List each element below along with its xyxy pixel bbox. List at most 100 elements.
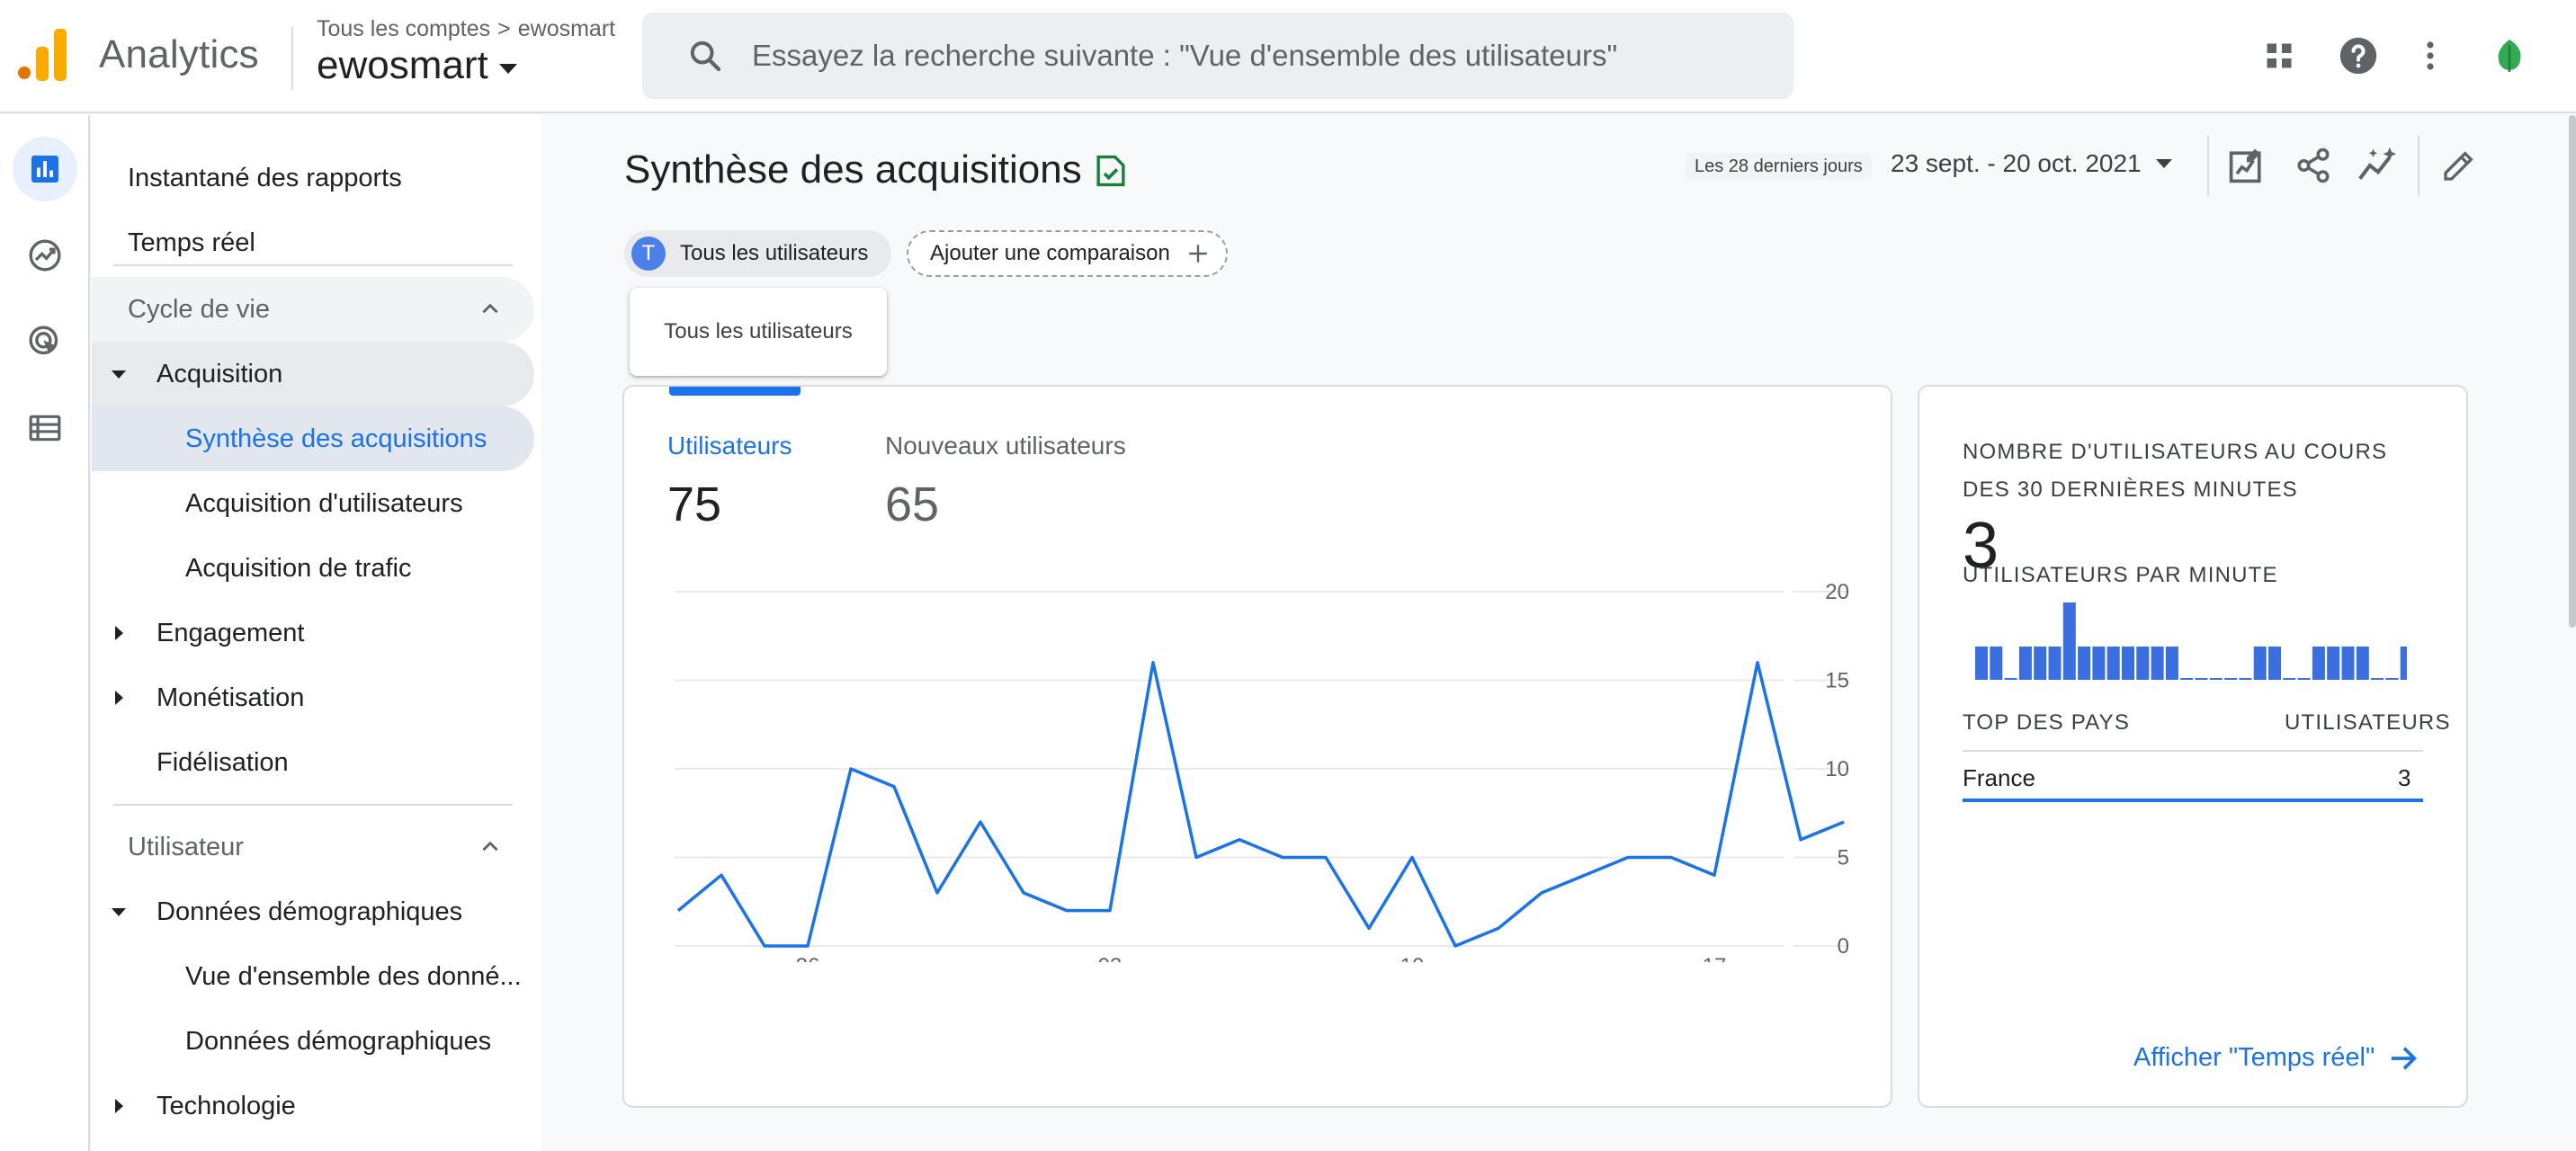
breadcrumb-account[interactable]: ewosmart — [518, 16, 615, 42]
apps-grid-icon[interactable] — [2254, 31, 2304, 81]
metric-label: Nouveaux utilisateurs — [885, 432, 1126, 460]
add-comparison-button[interactable]: Ajouter une comparaison — [907, 230, 1228, 277]
per-minute-bar — [2268, 647, 2281, 680]
country-name: France — [1963, 764, 2035, 791]
nav-section-lifecycle[interactable]: Cycle de vie — [92, 277, 534, 342]
metric-value: 65 — [885, 477, 940, 531]
per-minute-bar — [2356, 647, 2369, 680]
users-column-header: UTILISATEURS — [2285, 710, 2451, 735]
country-users: 3 — [2398, 764, 2411, 791]
nav-section-label: Cycle de vie — [128, 294, 270, 324]
per-minute-bar — [2018, 647, 2032, 680]
caret-down-icon — [2155, 159, 2172, 168]
breadcrumb-separator: > — [497, 16, 511, 41]
top-app-bar: Analytics Tous les comptes > ewosmart ew… — [0, 0, 2576, 113]
per-minute-bar — [2092, 647, 2106, 680]
page-scrollbar[interactable] — [2569, 115, 2576, 628]
account-avatar[interactable] — [2484, 31, 2535, 81]
search-bar[interactable]: Essayez la recherche suivante : "Vue d'e… — [642, 13, 1793, 99]
collapse-triangle-icon — [115, 626, 123, 640]
realtime-title: NOMBRE D'UTILISATEURS AU COURS DES 30 DE… — [1963, 440, 2388, 502]
nav-group-demographics[interactable]: Données démographiques — [92, 879, 462, 944]
advertising-icon[interactable] — [13, 309, 77, 374]
caret-down-icon — [498, 63, 517, 74]
nav-item-demographic-details[interactable]: Données démographiques — [92, 1009, 491, 1074]
y-tick-label: 15 — [1825, 669, 1849, 693]
x-tick-label: 26 — [796, 954, 820, 962]
toolbar-divider — [2418, 135, 2419, 196]
nav-group-technology[interactable]: Technologie — [92, 1074, 296, 1138]
nav-group-engagement[interactable]: Engagement — [92, 601, 304, 665]
insights-icon[interactable] — [2353, 140, 2403, 191]
nav-item-traffic-acquisition[interactable]: Acquisition de trafic — [92, 536, 411, 601]
per-minute-bar — [1990, 647, 2003, 680]
nav-group-label: Données démographiques — [157, 897, 463, 926]
date-preset-chip[interactable]: Les 28 derniers jours — [1686, 153, 1872, 180]
metric-tab-new-users[interactable]: Nouveaux utilisateurs 65 — [885, 432, 1126, 532]
edit-pencil-icon[interactable] — [2434, 140, 2484, 191]
property-selector[interactable]: ewosmart — [317, 43, 517, 88]
country-share-bar — [1963, 799, 2423, 802]
app-name: Analytics — [99, 32, 259, 76]
nav-item-demographics-overview[interactable]: Vue d'ensemble des donné... — [92, 944, 522, 1009]
nav-divider — [113, 804, 513, 806]
property-name: ewosmart — [317, 43, 488, 87]
breadcrumb-all-accounts[interactable]: Tous les comptes — [317, 16, 490, 42]
nav-section-label: Utilisateur — [128, 832, 244, 861]
y-tick-label: 0 — [1838, 934, 1849, 959]
segment-chip[interactable]: T Tous les utilisateurs — [624, 230, 892, 277]
y-tick-label: 10 — [1825, 757, 1849, 781]
date-range-selector[interactable]: 23 sept. - 20 oct. 2021 — [1891, 149, 2172, 178]
side-navigation: Instantané des rapports Temps réel Cycle… — [92, 115, 541, 1151]
nav-group-label: Acquisition — [157, 359, 283, 388]
share-icon[interactable] — [2288, 140, 2339, 191]
header-divider — [291, 27, 293, 90]
more-vert-icon[interactable] — [2405, 31, 2455, 81]
nav-section-user[interactable]: Utilisateur — [92, 815, 534, 879]
per-minute-bar — [2209, 678, 2223, 680]
realtime-card: NOMBRE D'UTILISATEURS AU COURS DES 30 DE… — [1918, 385, 2468, 1108]
chevron-up-icon — [482, 841, 498, 852]
per-minute-bar — [2312, 647, 2325, 680]
per-minute-bar — [2341, 647, 2355, 680]
customize-report-icon[interactable] — [2222, 140, 2272, 191]
top-countries-header: TOP DES PAYS — [1963, 710, 2131, 735]
metric-label: Utilisateurs — [667, 432, 792, 460]
per-minute-bar-chart — [1975, 602, 2407, 680]
per-minute-bar — [2180, 678, 2194, 680]
per-minute-bar — [2062, 602, 2076, 680]
per-minute-bar — [2195, 678, 2208, 680]
verified-report-icon[interactable] — [1094, 153, 1128, 189]
per-minute-bar — [2048, 647, 2062, 680]
per-minute-bar — [2327, 647, 2340, 680]
metric-value: 75 — [667, 477, 722, 531]
active-tab-indicator — [669, 387, 801, 396]
metric-tab-users[interactable]: Utilisateurs 75 — [667, 432, 792, 532]
per-minute-bar — [2122, 647, 2134, 680]
reports-icon[interactable] — [13, 137, 77, 201]
expand-triangle-icon — [112, 908, 126, 916]
segment-avatar: T — [631, 236, 666, 271]
analytics-logo[interactable] — [18, 27, 68, 83]
breadcrumb[interactable]: Tous les comptes > ewosmart — [317, 16, 615, 42]
nav-divider — [113, 264, 513, 266]
nav-group-monetization[interactable]: Monétisation — [92, 665, 304, 730]
nav-item-user-acquisition[interactable]: Acquisition d'utilisateurs — [92, 471, 463, 536]
plus-icon — [1189, 245, 1207, 263]
view-realtime-link[interactable]: Afficher "Temps réel" — [2133, 1043, 2419, 1073]
explore-icon[interactable] — [13, 223, 77, 288]
configure-icon[interactable] — [13, 396, 77, 460]
nav-group-acquisition[interactable]: Acquisition — [92, 342, 534, 406]
nav-item-acquisition-overview[interactable]: Synthèse des acquisitions — [92, 406, 534, 471]
page-title: Synthèse des acquisitions — [624, 147, 1082, 192]
per-minute-bar — [2385, 678, 2399, 680]
nav-item-snapshot[interactable]: Instantané des rapports — [92, 146, 402, 210]
nav-group-label: Engagement — [157, 618, 305, 647]
nav-item-retention[interactable]: Fidélisation — [92, 730, 289, 795]
add-comparison-label: Ajouter une comparaison — [930, 241, 1170, 265]
users-chart-card: Utilisateurs 75 Nouveaux utilisateurs 65… — [622, 385, 1892, 1108]
date-range-text: 23 sept. - 20 oct. 2021 — [1891, 149, 2142, 177]
expand-triangle-icon — [112, 370, 126, 379]
collapse-triangle-icon — [115, 691, 123, 705]
help-icon[interactable] — [2333, 31, 2384, 81]
